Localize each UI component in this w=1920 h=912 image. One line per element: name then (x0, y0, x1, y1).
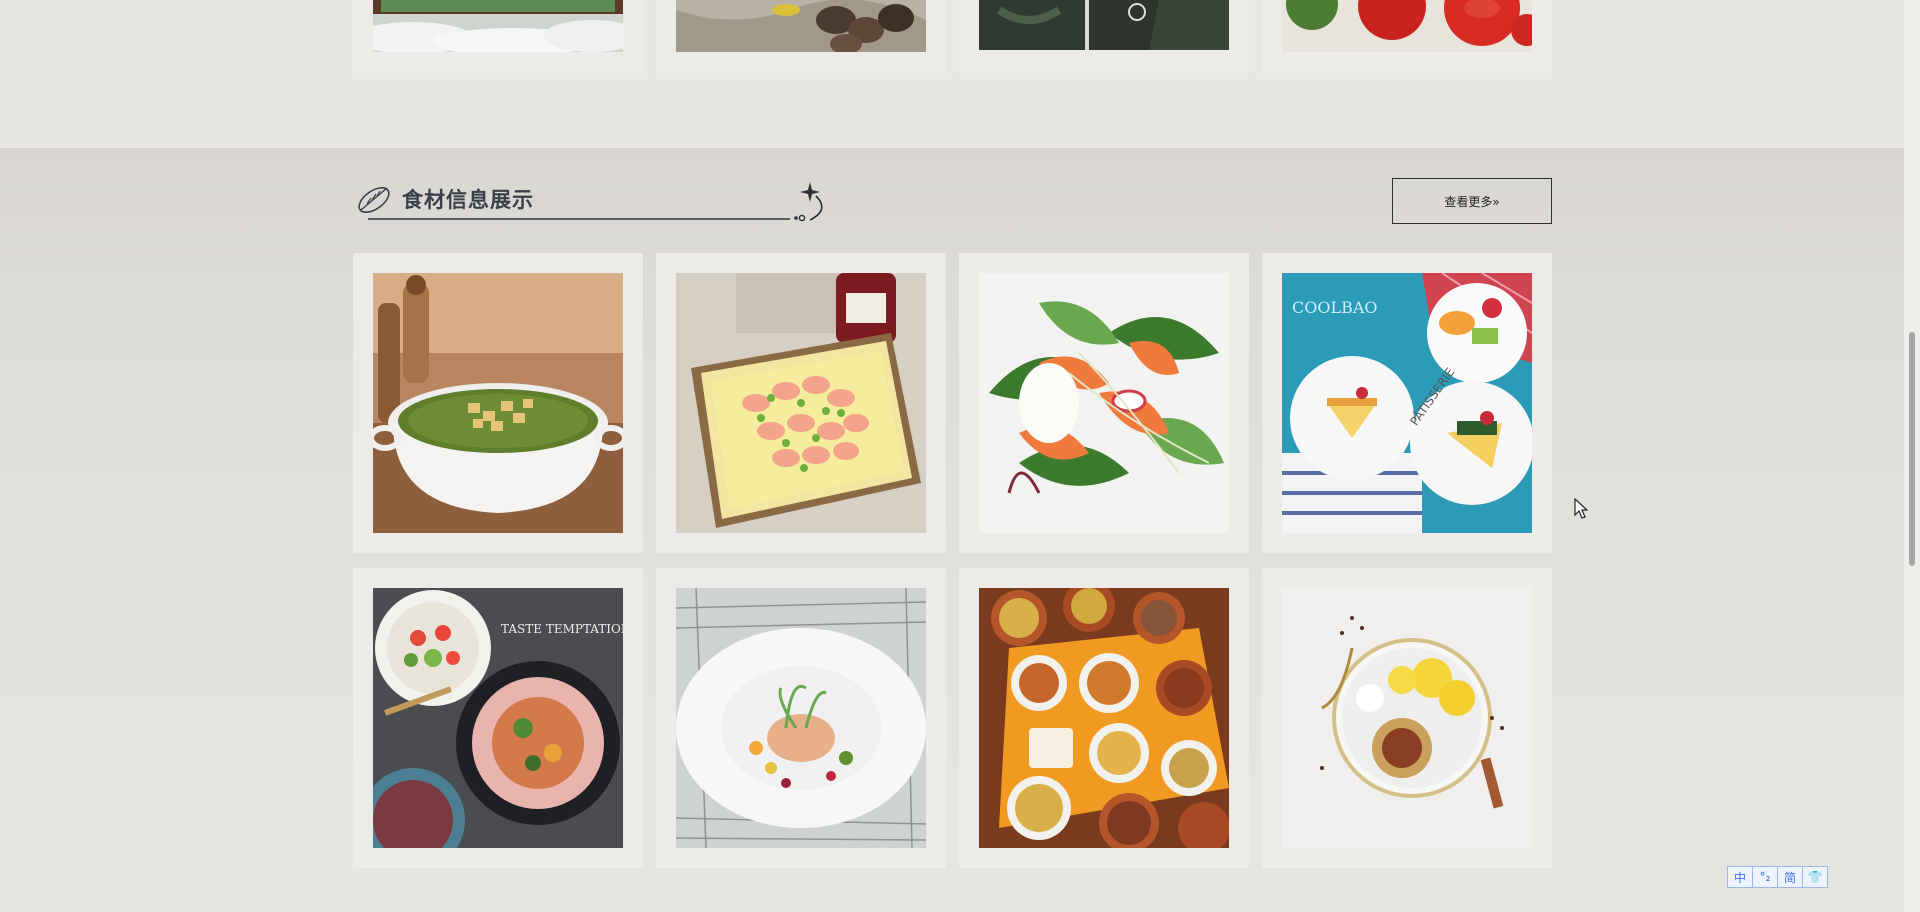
previous-gallery-card[interactable] (353, 0, 643, 73)
sparkle-icon (794, 182, 823, 222)
section-title: 食材信息展示 (402, 188, 534, 212)
coolbao-watermark: COOLBAO (1292, 298, 1378, 317)
ime-punctuation-toggle[interactable]: °₂ (1752, 866, 1778, 888)
ingredients-section-band (0, 148, 1904, 912)
food-card[interactable]: TASTE TEMPTATION (353, 568, 643, 868)
previous-gallery-image[interactable] (676, 0, 926, 52)
food-image-green-soup[interactable] (373, 273, 623, 533)
title-underline (368, 218, 790, 220)
food-image-small-dishes[interactable] (979, 588, 1229, 848)
taste-temptation-text: TASTE TEMPTATION (501, 622, 623, 636)
food-image-patisserie[interactable]: COOLBAO PÂTISSERIE (1282, 273, 1532, 533)
food-card[interactable] (959, 253, 1249, 553)
food-card[interactable] (353, 253, 643, 553)
scrollbar-thumb[interactable] (1909, 332, 1915, 566)
previous-gallery-image[interactable] (1282, 0, 1532, 52)
food-card[interactable] (656, 568, 946, 868)
food-card[interactable]: COOLBAO PÂTISSERIE (1262, 253, 1552, 553)
mouse-cursor-icon (1574, 498, 1588, 519)
food-image-salmon-salad[interactable] (979, 273, 1229, 533)
leaf-icon (358, 186, 390, 214)
food-image-plated-dish[interactable] (676, 588, 926, 848)
previous-section-band (0, 0, 1904, 148)
view-more-button[interactable]: 查看更多» (1392, 178, 1552, 224)
ime-language-toggle[interactable]: 中 (1727, 866, 1753, 888)
previous-gallery-card[interactable] (959, 0, 1249, 73)
previous-gallery-card[interactable] (1262, 0, 1552, 73)
food-image-shrimp-platter[interactable] (676, 273, 926, 533)
vertical-scrollbar[interactable] (1904, 0, 1920, 912)
food-card[interactable] (1262, 568, 1552, 868)
previous-gallery-image[interactable] (373, 0, 623, 52)
food-card[interactable] (959, 568, 1249, 868)
ime-simplified-toggle[interactable]: 简 (1777, 866, 1803, 888)
food-card[interactable] (656, 253, 946, 553)
page: 食材信息展示 查看更多» COOLBAO PÂTISSERIE TASTE TE… (0, 0, 1920, 912)
previous-gallery-image[interactable] (979, 0, 1229, 52)
ime-toolbar[interactable]: 中 °₂ 简 👕 (1727, 866, 1828, 888)
previous-gallery-card[interactable] (656, 0, 946, 73)
food-image-taste-temptation[interactable]: TASTE TEMPTATION (373, 588, 623, 848)
food-image-lemon-tray[interactable] (1282, 588, 1532, 848)
ime-skin-icon[interactable]: 👕 (1802, 866, 1828, 888)
